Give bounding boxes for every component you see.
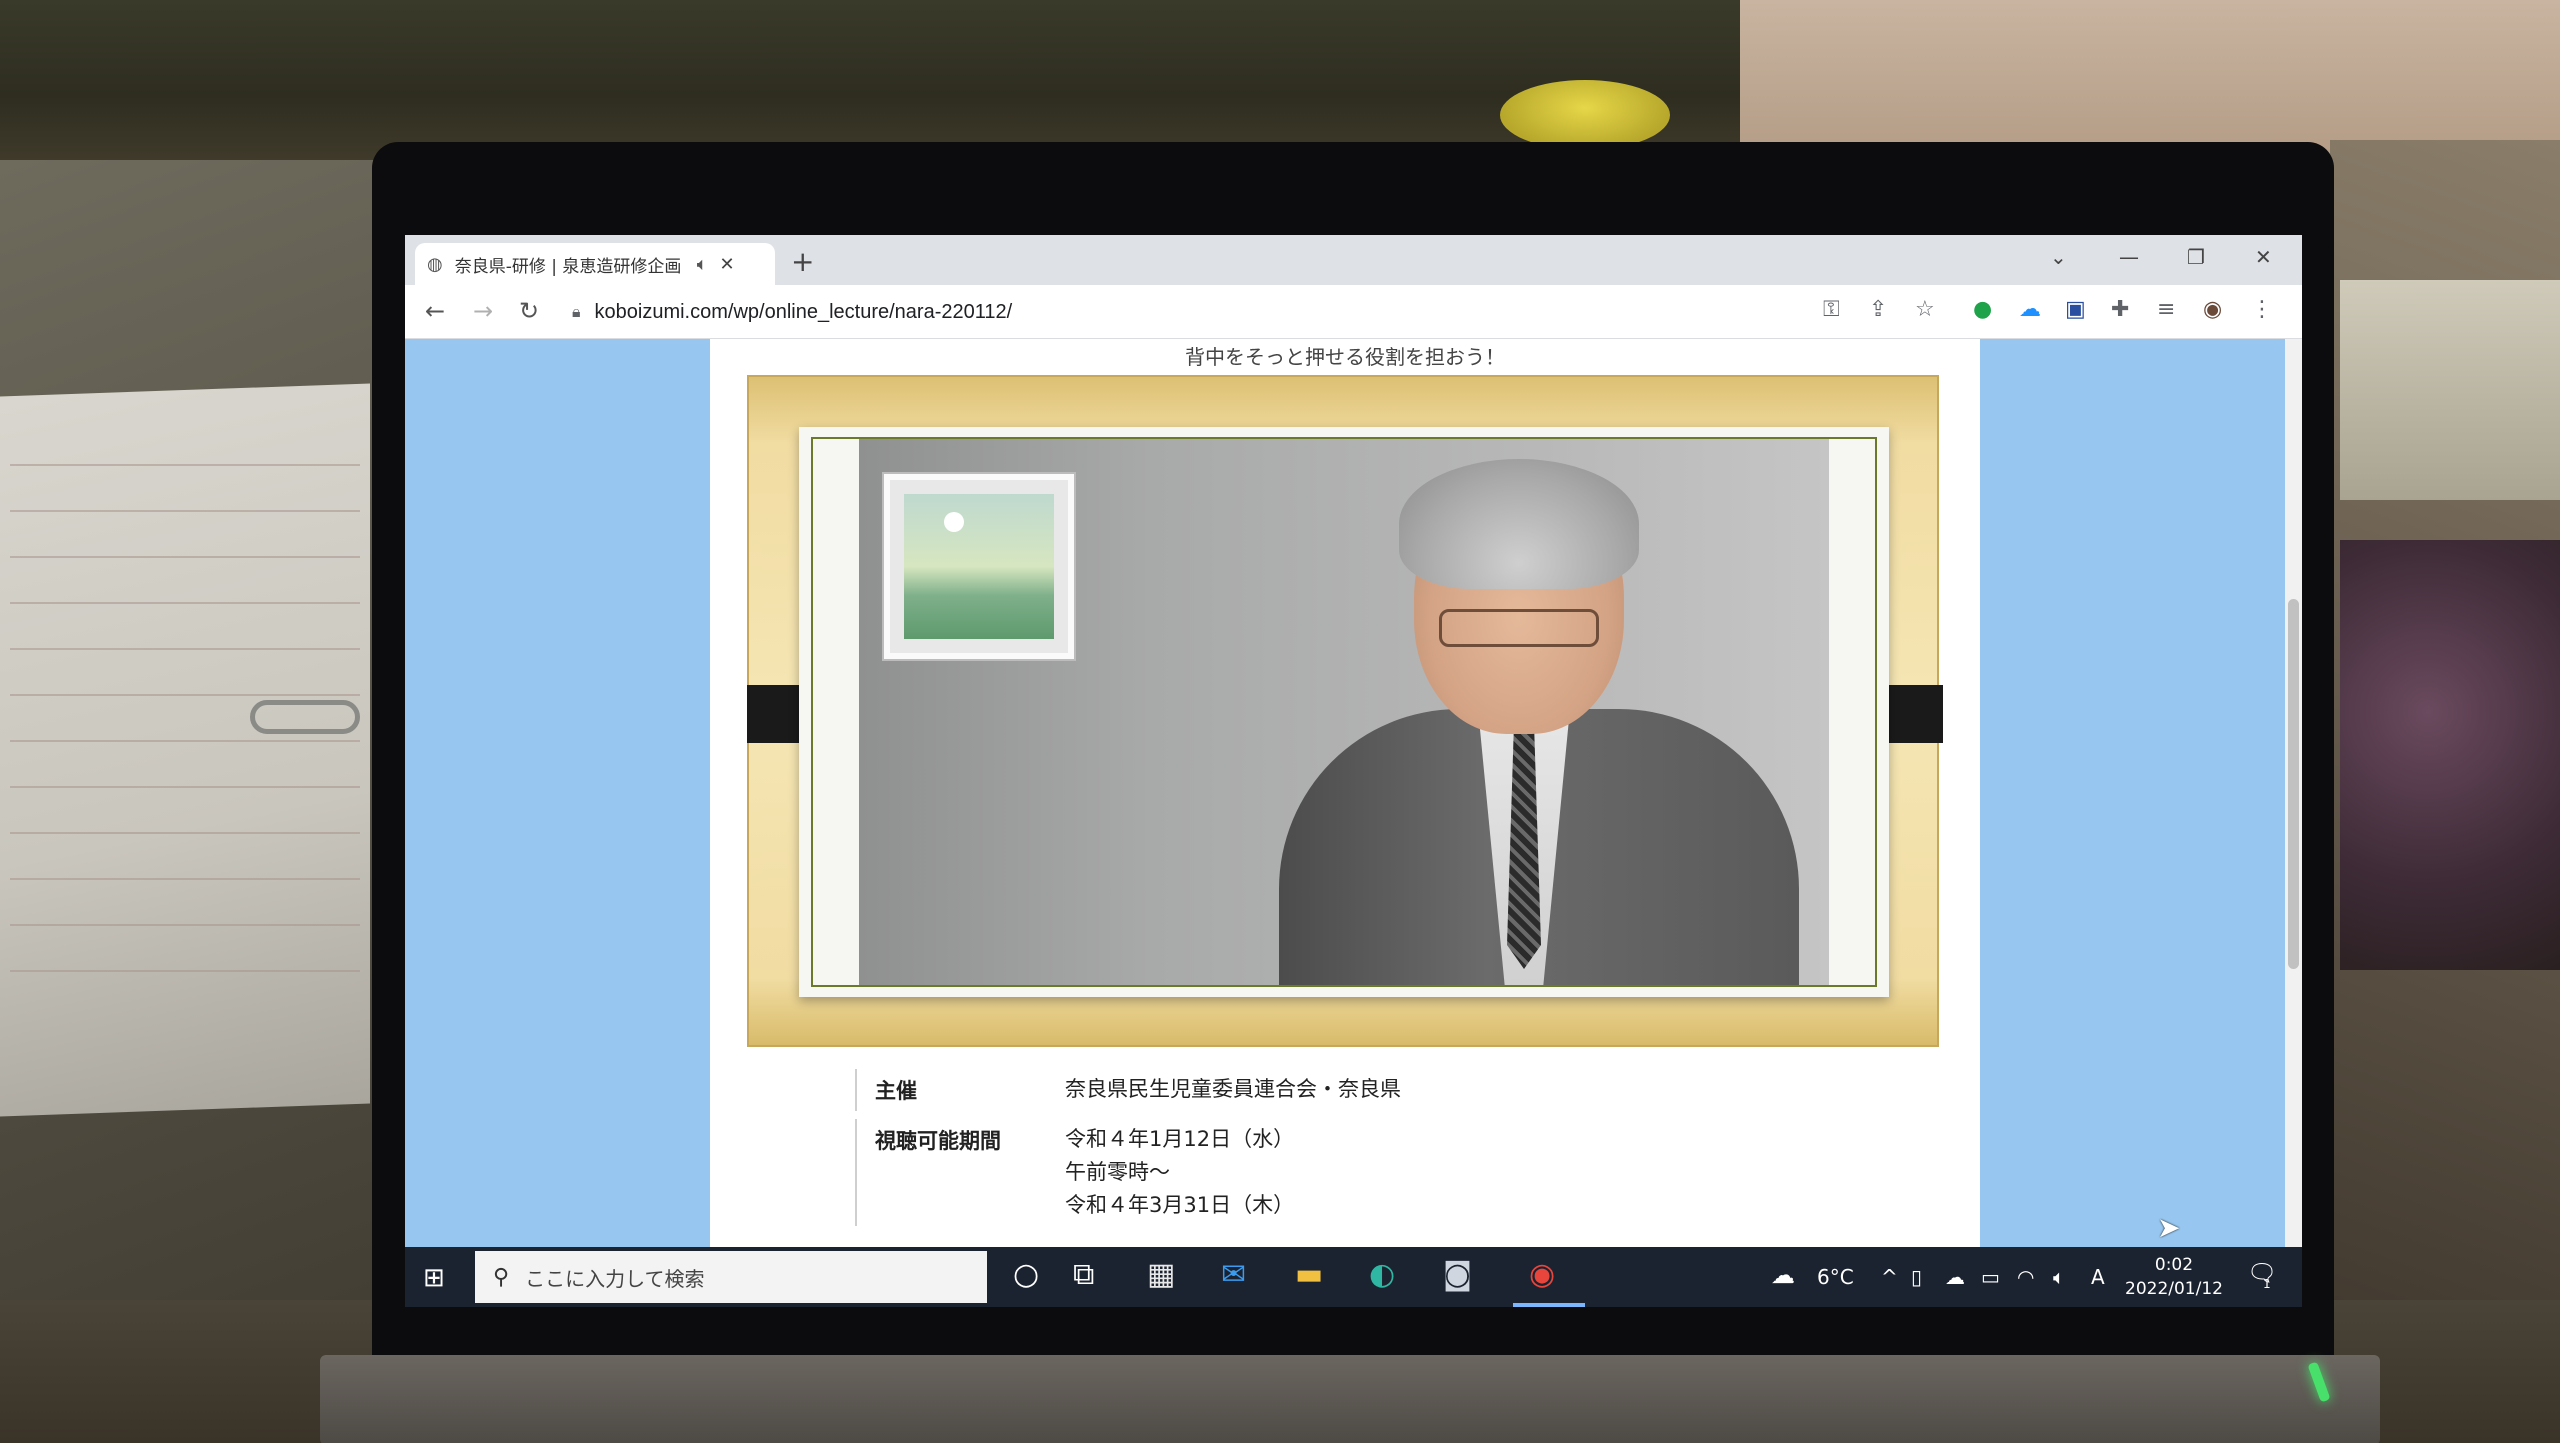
task-view-icon[interactable]: ⧉ — [1073, 1257, 1094, 1292]
lecture-info-table: 主催 奈良県民生児童委員連合会・奈良県 視聴可能期間 令和４年1月12日（水） … — [855, 1069, 1855, 1226]
extensions-puzzle-icon[interactable]: ✚ — [2111, 297, 2129, 322]
extension-blue-icon[interactable]: ▣ — [2065, 297, 2086, 322]
info-value: 奈良県民生児童委員連合会・奈良県 — [1065, 1069, 1401, 1111]
notification-count: 1 — [2263, 1277, 2271, 1291]
globe-icon: ◍ — [427, 253, 443, 275]
edge-icon[interactable]: ◐ — [1369, 1257, 1395, 1292]
new-tab-button[interactable]: + — [791, 245, 814, 278]
painting-canvas — [904, 494, 1054, 639]
speaker-icon[interactable]: 🔈︎ — [697, 254, 708, 275]
url-text[interactable]: koboizumi.com/wp/online_lecture/nara-220… — [595, 301, 1013, 324]
info-value: 令和４年1月12日（水） 午前零時～ 令和４年3月31日（木） — [1065, 1119, 1294, 1226]
laptop-screen: ◍ 奈良県-研修 | 泉恵造研修企画 🔈︎ ✕ + ⌄ — ❐ ✕ ← → ↻ … — [405, 235, 2302, 1307]
painting-moon — [944, 512, 964, 532]
info-value-line: 令和４年1月12日（水） — [1065, 1127, 1295, 1151]
media-control-icon[interactable]: ≡ — [2157, 297, 2175, 322]
device-icon[interactable]: ▯ — [1911, 1265, 1922, 1289]
tagline: 背中をそっと押せる役割を担おう！ — [1185, 345, 1505, 369]
wall-painting — [884, 474, 1074, 659]
minimize-icon[interactable]: — — [2119, 245, 2139, 269]
browser-toolbar: ← → ↻ 🔒︎ koboizumi.com/wp/online_lecture… — [405, 285, 2302, 339]
background-cup — [1500, 80, 1670, 150]
menu-icon[interactable]: ⋮ — [2251, 297, 2273, 322]
binder-clip — [250, 700, 360, 734]
frame-mat — [799, 427, 1889, 997]
mouse-pointer-icon: ➤ — [2157, 1211, 2181, 1244]
info-label: 主催 — [875, 1079, 917, 1103]
file-explorer-icon[interactable]: ▬ — [1295, 1257, 1323, 1292]
volume-icon[interactable]: 🔈︎ — [2053, 1265, 2065, 1289]
speaker-glasses — [1439, 609, 1599, 647]
info-value-line: 午前零時～ — [1065, 1160, 1170, 1184]
lock-icon[interactable]: 🔒︎ — [572, 302, 581, 322]
extension-cloud-icon[interactable]: ☁ — [2019, 297, 2041, 322]
windows-taskbar: ⊞ ⚲ ここに入力して検索 ○ ⧉ ▦ ✉ ▬ ◐ ◙ ◉ ☁ 6°C ^ ▯ … — [405, 1247, 2302, 1307]
weather-temp[interactable]: 6°C — [1817, 1265, 1854, 1289]
ime-mode[interactable]: A — [2091, 1265, 2105, 1289]
cortana-icon[interactable]: ○ — [1013, 1257, 1039, 1292]
share-icon[interactable]: ⇪ — [1869, 297, 1887, 322]
tab-bar: ◍ 奈良県-研修 | 泉恵造研修企画 🔈︎ ✕ + ⌄ — ❐ ✕ — [405, 235, 2302, 285]
extension-green-icon[interactable]: ● — [1973, 297, 1992, 322]
picture-frame — [747, 375, 1943, 1047]
lecture-video[interactable] — [859, 439, 1829, 985]
profile-avatar-icon[interactable]: ◉ — [2203, 297, 2222, 322]
battery-icon[interactable]: ▭ — [1981, 1265, 2000, 1289]
chrome-icon[interactable]: ◉ — [1529, 1257, 1555, 1292]
web-page: 背中をそっと押せる役割を担おう！ 主催 奈良県民生児童委員連合会・奈良県 視聴可… — [405, 339, 2285, 1247]
camera-icon[interactable]: ◙ — [1443, 1257, 1472, 1292]
bookmark-star-icon[interactable]: ☆ — [1915, 297, 1935, 322]
windows-start-icon[interactable]: ⊞ — [423, 1263, 445, 1293]
browser-tab[interactable]: ◍ 奈良県-研修 | 泉恵造研修企画 🔈︎ ✕ — [415, 243, 775, 285]
page-scrollbar[interactable] — [2285, 339, 2302, 1247]
mail-icon[interactable]: ✉ — [1221, 1257, 1246, 1292]
close-window-icon[interactable]: ✕ — [2255, 245, 2272, 269]
show-hidden-icons[interactable]: ^ — [1881, 1265, 1898, 1289]
weather-icon[interactable]: ☁ — [1771, 1261, 1795, 1289]
article-column: 背中をそっと押せる役割を担おう！ 主催 奈良県民生児童委員連合会・奈良県 視聴可… — [710, 339, 1980, 1247]
taskbar-search[interactable]: ⚲ ここに入力して検索 — [475, 1251, 987, 1303]
info-row-organizer: 主催 奈良県民生児童委員連合会・奈良県 — [855, 1069, 1855, 1111]
wifi-icon[interactable]: ◠ — [2017, 1265, 2034, 1289]
info-row-period: 視聴可能期間 令和４年1月12日（水） 午前零時～ 令和４年3月31日（木） — [855, 1119, 1855, 1226]
taskbar-clock[interactable]: 0:02 2022/01/12 — [2125, 1253, 2223, 1301]
onedrive-icon[interactable]: ☁ — [1945, 1265, 1965, 1289]
speaker-hair — [1399, 459, 1639, 589]
key-icon[interactable]: ⚿ — [1823, 297, 1840, 322]
info-label: 視聴可能期間 — [875, 1129, 1001, 1153]
store-icon[interactable]: ▦ — [1147, 1257, 1175, 1292]
clock-date: 2022/01/12 — [2125, 1279, 2223, 1299]
scrollbar-thumb[interactable] — [2288, 599, 2299, 969]
back-icon[interactable]: ← — [425, 297, 445, 325]
info-value-line: 奈良県民生児童委員連合会・奈良県 — [1065, 1077, 1401, 1101]
info-value-line: 令和４年3月31日（木） — [1065, 1193, 1295, 1217]
reload-icon[interactable]: ↻ — [519, 297, 539, 325]
background-tissue-box — [1740, 0, 2560, 160]
active-app-indicator — [1513, 1303, 1585, 1307]
forward-icon[interactable]: → — [473, 297, 493, 325]
background-device — [2340, 280, 2560, 500]
tab-search-icon[interactable]: ⌄ — [2050, 245, 2067, 269]
tab-title: 奈良県-研修 | 泉恵造研修企画 — [454, 256, 682, 277]
restore-icon[interactable]: ❐ — [2187, 245, 2205, 269]
search-icon: ⚲ — [493, 1264, 510, 1290]
background-object — [2340, 540, 2560, 970]
search-placeholder[interactable]: ここに入力して検索 — [525, 1263, 704, 1292]
laptop-base — [320, 1355, 2380, 1443]
close-tab-icon[interactable]: ✕ — [720, 254, 735, 275]
clock-time: 0:02 — [2154, 1255, 2194, 1275]
